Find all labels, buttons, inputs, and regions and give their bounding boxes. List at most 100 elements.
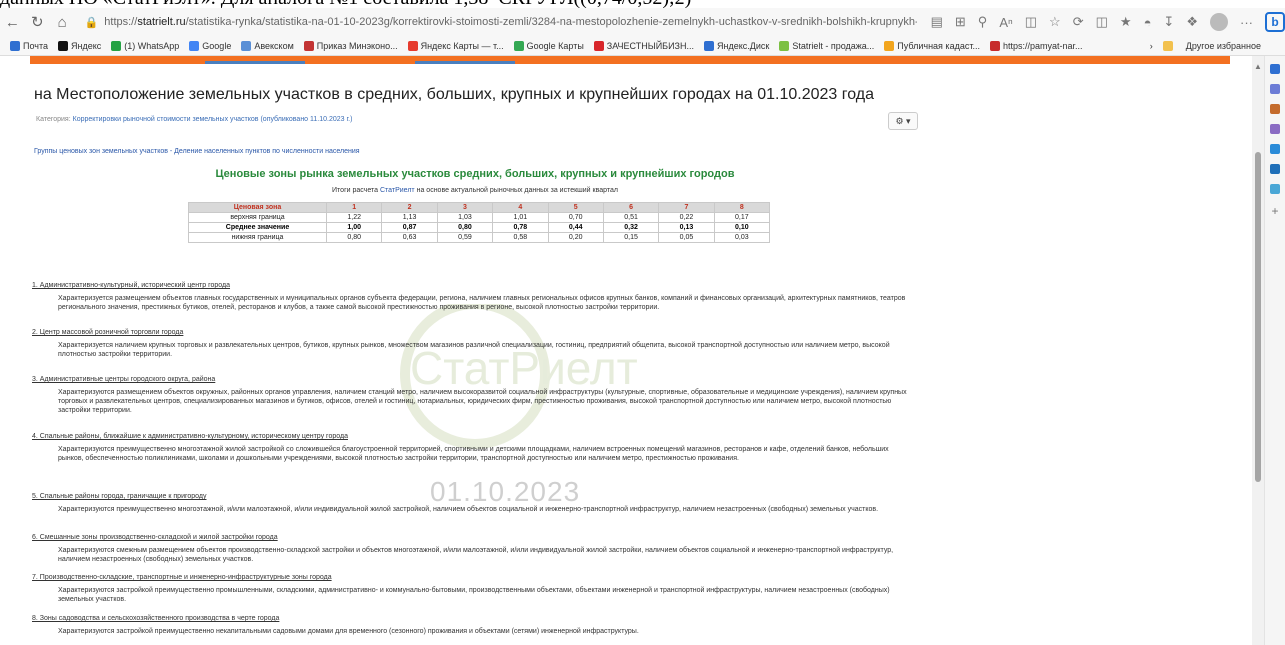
extensions-puzzle-icon[interactable]: ❖ (1186, 14, 1198, 30)
table-cell: 0,63 (381, 232, 438, 243)
table-cell: 0,59 (436, 232, 494, 243)
table-row: нижняя граница 0,80 0,63 0,59 0,58 0,20 0,15 0,… (188, 232, 771, 243)
bookmark-label: Яндекс.Диск (716, 40, 770, 51)
bookmark-item[interactable]: Google Карты (513, 40, 584, 51)
bookmark-item[interactable]: Публичная кадаст... (884, 40, 980, 51)
zone-section: 1. Административно-культурный, историчес… (30, 282, 920, 312)
zone-section: 3. Административные центры городского ок… (30, 376, 920, 415)
url-path: /statistika-rynka/statistika-na-01-10-20… (185, 16, 917, 28)
zone-section: 2. Центр массовой розничной торговли гор… (30, 329, 920, 359)
zone-section-description: Характеризуется наличием крупных торговы… (58, 342, 890, 358)
category-link[interactable]: Корректировки рыночной стоимости земельн… (73, 116, 259, 123)
overflow-document-text: данных НО «СтатРиэлт». Для аналога №1 со… (0, 0, 1285, 8)
bookmark-item[interactable]: (1) WhatsApp (111, 40, 180, 51)
circle-app-icon[interactable] (1270, 144, 1280, 154)
bookmark-label: (1) WhatsApp (124, 40, 180, 51)
table-cell: 0,80 (325, 232, 383, 243)
table-cell: 1,22 (325, 212, 383, 223)
table-cell: 0,58 (492, 232, 549, 243)
zone-section-title[interactable]: 5. Спальные районы города, граничащие к … (32, 493, 920, 500)
scrollbar-thumb[interactable] (1255, 152, 1261, 482)
add-icon[interactable]: + (1265, 204, 1285, 218)
favorite-star-icon[interactable]: ☆ (1049, 14, 1061, 30)
bookmark-item[interactable]: https://pamyat-nar... (989, 40, 1083, 51)
refresh-icon[interactable]: ↻ (25, 13, 50, 31)
bookmark-label: Statrielt - продажа... (792, 40, 875, 51)
more-menu-icon[interactable]: ··· (1240, 15, 1253, 30)
chess-icon[interactable] (1270, 124, 1280, 134)
bing-icon[interactable]: b (1264, 12, 1285, 32)
zone-section-title[interactable]: 7. Производственно-складские, транспортн… (32, 574, 920, 581)
category-line: Категория: Корректировки рыночной стоимо… (36, 116, 353, 123)
table-header-cell: 1 (325, 202, 383, 213)
bookmark-item[interactable]: Statrielt - продажа... (779, 40, 875, 51)
bookmark-label: Google (202, 40, 232, 51)
groups-link[interactable]: Группы ценовых зон земельных участков - … (34, 148, 360, 155)
published-date: (опубликовано 11.10.2023 г.) (260, 116, 353, 123)
table-cell: 0,78 (492, 222, 549, 233)
bookmark-item[interactable]: Приказ Минэконо... (303, 40, 398, 51)
bookmark-label: Яндекс Карты — т... (420, 40, 504, 51)
statrielt-link[interactable]: СтатРиелт (380, 187, 415, 194)
download-icon[interactable]: ↧ (1163, 14, 1174, 30)
table-header-cell: 8 (713, 202, 771, 213)
tag-icon[interactable] (1270, 84, 1280, 94)
bookmark-item[interactable]: Google (189, 40, 232, 51)
briefcase-icon[interactable] (1270, 104, 1280, 114)
table-header-cell: Ценовая зона (188, 202, 327, 213)
chevron-right-icon[interactable]: › (1150, 41, 1153, 51)
zone-section-title[interactable]: 3. Административные центры городского ок… (32, 376, 920, 383)
table-cell: 0,22 (658, 212, 715, 223)
bookmark-favicon-icon (58, 40, 68, 51)
zone-section-description: Характеризуются застройкой преимуществен… (58, 587, 890, 603)
zone-section-description: Характеризуются застройкой преимуществен… (58, 628, 639, 635)
bookmark-item[interactable]: Яндекс Карты — т... (407, 40, 504, 51)
table-header-cell: 5 (547, 202, 604, 213)
profile-avatar[interactable] (1209, 13, 1228, 31)
settings-dropdown-button[interactable]: ⚙ ▾ (888, 112, 918, 130)
url-host: statrielt.ru (137, 16, 186, 28)
grid-icon[interactable]: ⊞ (955, 14, 966, 30)
zone-section-description: Характеризуются преимущественно многоэта… (58, 506, 879, 513)
reader-icon[interactable]: ▤ (931, 14, 943, 30)
outlook-icon[interactable] (1270, 164, 1280, 174)
split-screen-icon[interactable]: ◫ (1025, 14, 1037, 30)
zone-section-title[interactable]: 6. Смешанные зоны производственно-складс… (32, 534, 920, 541)
search-icon[interactable] (1270, 64, 1280, 74)
back-icon[interactable]: ← (0, 14, 25, 31)
read-aloud-icon[interactable]: Aⁿ (999, 15, 1012, 30)
zone-section-title[interactable]: 4. Спальные районы, ближайшие к админист… (32, 433, 920, 440)
lock-icon: 🔒 (84, 16, 99, 29)
zone-section: 5. Спальные районы города, граничащие к … (30, 493, 920, 514)
bookmark-item[interactable]: Авекском (241, 40, 294, 51)
other-favorites[interactable]: Другое избранное (1186, 41, 1261, 51)
bookmark-item[interactable]: ЗАЧЕСТНЫЙБИЗН... (593, 40, 694, 51)
table-row: Среднее значение 1,00 0,87 0,80 0,78 0,44 0,32… (188, 222, 771, 233)
zone-section-title[interactable]: 2. Центр массовой розничной торговли гор… (32, 329, 920, 336)
collections-icon[interactable]: ◓ (1144, 15, 1152, 30)
extension-icon[interactable]: ⟳ (1073, 14, 1084, 30)
favorites-icon[interactable]: ★ (1120, 14, 1132, 30)
zone-section-title[interactable]: 1. Административно-культурный, историчес… (32, 282, 920, 289)
bookmark-label: Google Карты (526, 40, 584, 51)
scroll-up-icon[interactable]: ▲ (1254, 62, 1262, 71)
bookmark-item[interactable]: Яндекс (58, 40, 101, 51)
zone-section-title[interactable]: 8. Зоны садоводства и сельскохозяйственн… (32, 615, 920, 622)
send-icon[interactable] (1270, 184, 1280, 194)
table-cell: 1,01 (492, 212, 549, 223)
home-icon[interactable]: ⌂ (50, 14, 75, 31)
bookmark-label: Авекском (254, 40, 294, 51)
bookmark-item[interactable]: Яндекс.Диск (703, 40, 770, 51)
zone-section: 7. Производственно-складские, транспортн… (30, 574, 920, 604)
table-header-cell: 6 (602, 202, 660, 213)
bookmark-item[interactable]: Почта (10, 40, 48, 51)
bookmark-label: Публичная кадаст... (897, 40, 980, 51)
row-label: Среднее значение (188, 222, 327, 233)
zoom-icon[interactable]: ⚲ (978, 14, 988, 30)
zone-section-description: Характеризуются преимущественно многоэта… (58, 446, 889, 462)
split-view-icon[interactable]: ◫ (1096, 14, 1108, 30)
address-bar[interactable]: 🔒 https://statrielt.ru/statistika-rynka/… (85, 11, 917, 33)
table-row: верхняя граница 1,22 1,13 1,03 1,01 0,70 0,51 0… (188, 212, 771, 223)
table-cell: 0,80 (436, 222, 494, 233)
page-scrollbar[interactable]: ▲ (1252, 56, 1264, 645)
